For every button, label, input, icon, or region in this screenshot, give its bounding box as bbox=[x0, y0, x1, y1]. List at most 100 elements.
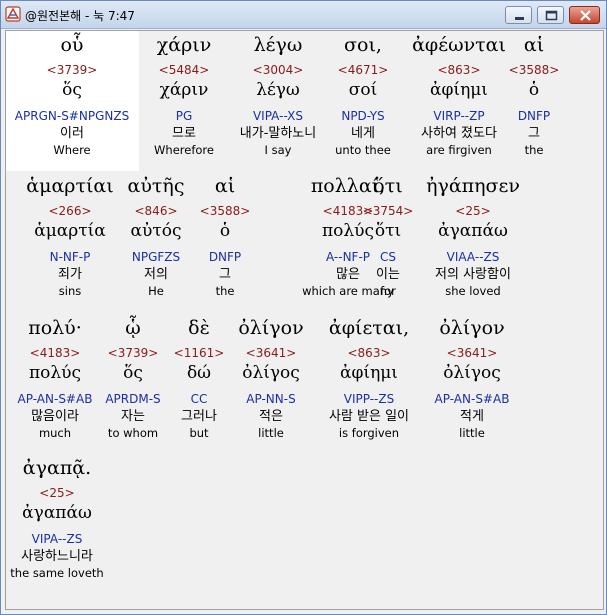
parsing-code: DNFP bbox=[208, 250, 242, 264]
greek-word: ἠγάπησεν bbox=[426, 175, 520, 197]
korean-gloss: 사람 받은 일이 bbox=[328, 409, 410, 424]
korean-gloss: 사랑하느니라 bbox=[21, 549, 93, 564]
korean-gloss: 이는 bbox=[376, 267, 400, 282]
lemma: ἁμαρτία bbox=[34, 221, 106, 241]
strong-number[interactable]: <3739> bbox=[15, 63, 129, 77]
minimize-icon bbox=[515, 17, 524, 20]
word-block[interactable]: ἀφίεται, <863> ἀφίημι VIPP--ZS 사람 받은 일이 is fo… bbox=[329, 317, 409, 440]
strong-number[interactable]: <4183> bbox=[18, 346, 93, 360]
greek-word: ἀφίεται, bbox=[328, 317, 410, 339]
word-block[interactable]: ὀλίγον <3641> ὀλίγος AP-NN-S 적은 little bbox=[238, 317, 303, 440]
parsing-code: VIPA--XS bbox=[252, 109, 304, 123]
lemma: ὁ bbox=[528, 80, 540, 100]
word-block[interactable]: ἀγαπᾷ. <25> ἀγαπάω VIPA--ZS 사랑하느니라 the same l… bbox=[10, 457, 103, 580]
korean-gloss: 그 bbox=[528, 126, 540, 141]
strong-number[interactable]: <4671> bbox=[335, 63, 391, 77]
lemma: ὅς bbox=[123, 363, 143, 383]
close-icon bbox=[580, 10, 591, 21]
greek-word: πολύ· bbox=[28, 317, 82, 339]
english-gloss: the bbox=[524, 143, 544, 157]
english-gloss: is forgiven bbox=[338, 426, 400, 440]
word-block[interactable]: ᾧ <3739> ὅς APRDM-S 자는 to whom bbox=[105, 317, 160, 440]
word-block[interactable]: ὅτι <3754> ὅτι CS 이는 for bbox=[363, 175, 414, 298]
word-block[interactable]: ὀλίγον <3641> ὀλίγος AP-AN-S#AB 적게 little bbox=[435, 317, 510, 440]
greek-word: λέγω bbox=[253, 34, 303, 56]
lemma: ἀφίημι bbox=[430, 80, 488, 100]
word-block[interactable]: δὲ <1161> δώ CC 그러나 but bbox=[174, 317, 225, 440]
strong-number[interactable]: <3588> bbox=[200, 204, 251, 218]
word-block[interactable]: οὗ <3739> ὅς APRGN-S#NPGNZS 이러 Where bbox=[15, 34, 129, 157]
strong-number[interactable]: <863> bbox=[329, 346, 409, 360]
word-block[interactable]: ἠγάπησεν <25> ἀγαπάω VIAA--ZS 저의 사랑함이 she lov… bbox=[426, 175, 520, 298]
strong-number[interactable]: <5484> bbox=[154, 63, 214, 77]
close-button[interactable] bbox=[569, 6, 600, 24]
word-block[interactable]: σοι, <4671> σοί NPD-YS 네게 unto thee bbox=[335, 34, 391, 157]
lemma: σοί bbox=[348, 80, 378, 100]
lemma: ἀφίημι bbox=[340, 363, 398, 383]
english-gloss: little bbox=[459, 426, 485, 440]
strong-number[interactable]: <25> bbox=[10, 486, 103, 500]
korean-gloss: 내가-말하노니 bbox=[239, 126, 317, 141]
word-block[interactable]: αἱ <3588> ὁ DNFP 그 the bbox=[509, 34, 560, 157]
parsing-code: DNFP bbox=[517, 109, 551, 123]
korean-gloss: 저의 bbox=[144, 267, 168, 282]
english-gloss: but bbox=[189, 426, 209, 440]
app-logo-icon bbox=[5, 6, 21, 22]
english-gloss: for bbox=[380, 284, 396, 298]
parsing-code: VIPP--ZS bbox=[343, 392, 395, 406]
greek-word: αὐτῆς bbox=[127, 175, 185, 197]
korean-gloss: 많음이라 bbox=[31, 409, 79, 424]
parsing-code: CC bbox=[190, 392, 208, 406]
strong-number[interactable]: <863> bbox=[412, 63, 506, 77]
strong-number[interactable]: <25> bbox=[426, 204, 520, 218]
greek-word: ἀγαπᾷ. bbox=[22, 457, 92, 479]
word-block[interactable]: ἀφέωνται <863> ἀφίημι VIRP--ZP 사하여 졌도다 are fi… bbox=[412, 34, 506, 157]
strong-number[interactable]: <3588> bbox=[509, 63, 560, 77]
english-gloss: He bbox=[148, 284, 164, 298]
strong-number[interactable]: <3004> bbox=[240, 63, 316, 77]
lemma: πολύς bbox=[28, 363, 82, 383]
strong-number[interactable]: <3739> bbox=[105, 346, 160, 360]
lemma: αὐτός bbox=[130, 221, 182, 241]
strong-number[interactable]: <3641> bbox=[435, 346, 510, 360]
parsing-code: AP-NN-S bbox=[246, 392, 296, 406]
word-block[interactable]: αἱ <3588> ὁ DNFP 그 the bbox=[200, 175, 251, 298]
verse-view[interactable]: οὗ <3739> ὅς APRGN-S#NPGNZS 이러 Where χάριν <548… bbox=[5, 30, 604, 610]
greek-word: ὅτι bbox=[373, 175, 403, 197]
word-block[interactable]: αὐτῆς <846> αὐτός NPGFZS 저의 He bbox=[128, 175, 185, 298]
korean-gloss: 그러나 bbox=[181, 409, 217, 424]
english-gloss: I say bbox=[264, 143, 292, 157]
maximize-button[interactable] bbox=[537, 6, 564, 24]
word-block[interactable]: ἁμαρτίαι <266> ἁμαρτία N-NF-P 죄가 sins bbox=[26, 175, 113, 298]
korean-gloss: 네게 bbox=[351, 126, 375, 141]
minimize-button[interactable] bbox=[505, 6, 532, 24]
title-bar[interactable]: @원전본해 - 눅 7:47 bbox=[1, 1, 606, 29]
window-title: @원전본해 - 눅 7:47 bbox=[25, 9, 135, 23]
greek-word: οὗ bbox=[60, 34, 84, 56]
parsing-code: VIRP--ZP bbox=[433, 109, 485, 123]
strong-number[interactable]: <1161> bbox=[174, 346, 225, 360]
english-gloss: unto thee bbox=[335, 143, 391, 157]
strong-number[interactable]: <266> bbox=[26, 204, 113, 218]
word-block[interactable]: πολύ· <4183> πολύς AP-AN-S#AB 많음이라 much bbox=[18, 317, 93, 440]
greek-word: ᾧ bbox=[125, 317, 141, 339]
lemma: ὀλίγος bbox=[242, 363, 300, 383]
lemma: ὁ bbox=[219, 221, 231, 241]
english-gloss: she loved bbox=[445, 284, 501, 298]
korean-gloss: 자는 bbox=[121, 409, 145, 424]
lemma: δώ bbox=[186, 363, 212, 383]
lemma: ὀλίγος bbox=[443, 363, 501, 383]
greek-word: ὀλίγον bbox=[238, 317, 304, 339]
parsing-code: NPGFZS bbox=[131, 250, 181, 264]
greek-word: ἀφέωνται bbox=[412, 34, 506, 56]
parsing-code: PG bbox=[175, 109, 193, 123]
strong-number[interactable]: <3754> bbox=[363, 204, 414, 218]
greek-word: σοι, bbox=[344, 34, 382, 56]
word-block[interactable]: λέγω <3004> λέγω VIPA--XS 내가-말하노니 I say bbox=[240, 34, 316, 157]
parsing-code: VIAA--ZS bbox=[446, 250, 500, 264]
word-block[interactable]: χάριν <5484> χάριν PG 므로 Wherefore bbox=[154, 34, 214, 157]
korean-gloss: 사하여 졌도다 bbox=[421, 126, 497, 141]
greek-word: αἱ bbox=[214, 175, 236, 197]
strong-number[interactable]: <846> bbox=[128, 204, 185, 218]
strong-number[interactable]: <3641> bbox=[238, 346, 303, 360]
